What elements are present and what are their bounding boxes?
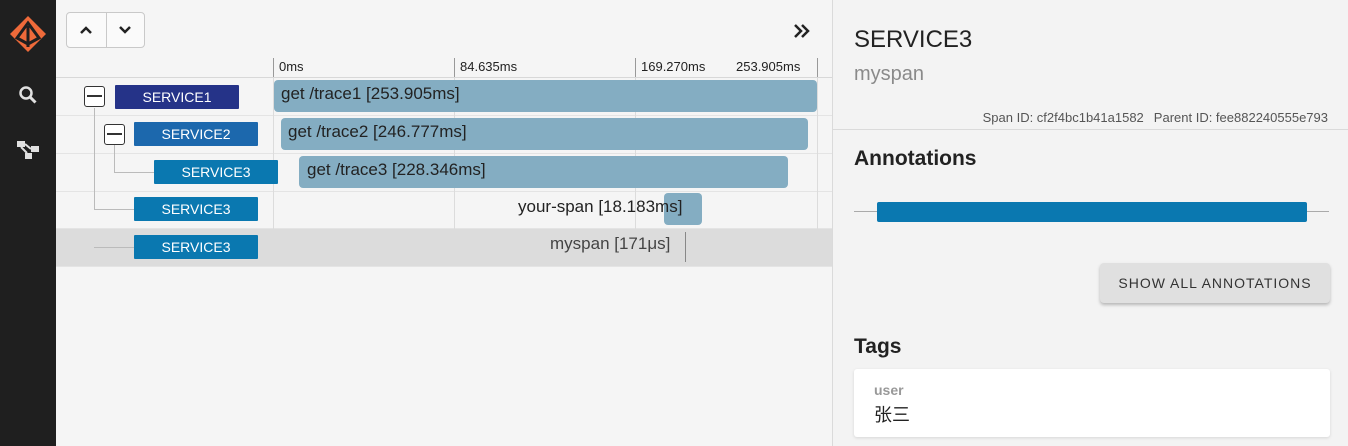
toggle-detail-button[interactable] (791, 20, 813, 42)
service-badge: SERVICE1 (115, 85, 239, 109)
dependency-graph-icon (17, 141, 39, 159)
span-navigation (66, 12, 145, 48)
span-label: get /trace3 [228.346ms] (307, 160, 486, 179)
sidebar (0, 0, 56, 446)
annotation-bar[interactable] (877, 202, 1307, 222)
tree-connector (114, 145, 115, 172)
span-label: myspan [171μs] (550, 234, 671, 253)
tree-connector (94, 209, 134, 210)
service-badge: SERVICE3 (134, 235, 258, 259)
tag-value: 张三 (874, 405, 910, 426)
tree-connector (114, 172, 154, 173)
sidebar-item-dependencies[interactable] (0, 128, 56, 172)
tag-card: user 张三 (854, 369, 1330, 437)
time-tick: 169.270ms (635, 58, 705, 78)
span-label: your-span [18.183ms] (518, 197, 683, 216)
previous-span-button[interactable] (67, 13, 106, 47)
detail-divider (833, 129, 1348, 130)
chevron-up-icon (80, 26, 93, 34)
span-label: get /trace1 [253.905ms] (281, 84, 460, 103)
time-tick: 253.905ms (736, 58, 818, 78)
span-label: get /trace2 [246.777ms] (288, 122, 467, 141)
service-badge: SERVICE3 (154, 160, 278, 184)
tree-connector (94, 108, 95, 210)
time-tick: 84.635ms (454, 58, 517, 78)
service-badge: SERVICE2 (134, 122, 258, 146)
trace-timeline: 0ms 84.635ms 169.270ms 253.905ms SERVICE… (56, 0, 832, 446)
search-icon (19, 86, 37, 104)
zipkin-logo-icon (10, 16, 46, 52)
app-logo[interactable] (0, 12, 56, 56)
span-ids: Span ID: cf2f4bc1b41a1582 Parent ID: fee8… (983, 110, 1328, 125)
tree-connector (94, 247, 95, 248)
detail-service-name: SERVICE3 (854, 26, 973, 53)
span-bar[interactable] (685, 232, 686, 262)
chevron-down-icon (119, 26, 132, 34)
tag-key: user (874, 382, 904, 398)
annotations-heading: Annotations (854, 147, 977, 170)
detail-span-name: myspan (854, 63, 925, 85)
time-tick: 0ms (273, 58, 304, 78)
sidebar-item-search[interactable] (0, 73, 56, 117)
double-chevron-right-icon (794, 24, 810, 38)
service-badge: SERVICE3 (134, 197, 258, 221)
grid-line (817, 78, 818, 266)
span-id: Span ID: cf2f4bc1b41a1582 (982, 110, 1144, 125)
show-all-annotations-button[interactable]: SHOW ALL ANNOTATIONS (1100, 263, 1330, 303)
tree-connector (94, 247, 134, 248)
span-detail-panel: SERVICE3 myspan Span ID: cf2f4bc1b41a158… (832, 0, 1348, 446)
parent-id: Parent ID: fee882240555e793 (1153, 110, 1328, 125)
collapse-toggle[interactable] (104, 124, 125, 145)
next-span-button[interactable] (105, 13, 145, 47)
collapse-toggle[interactable] (84, 86, 105, 107)
tags-heading: Tags (854, 335, 902, 358)
